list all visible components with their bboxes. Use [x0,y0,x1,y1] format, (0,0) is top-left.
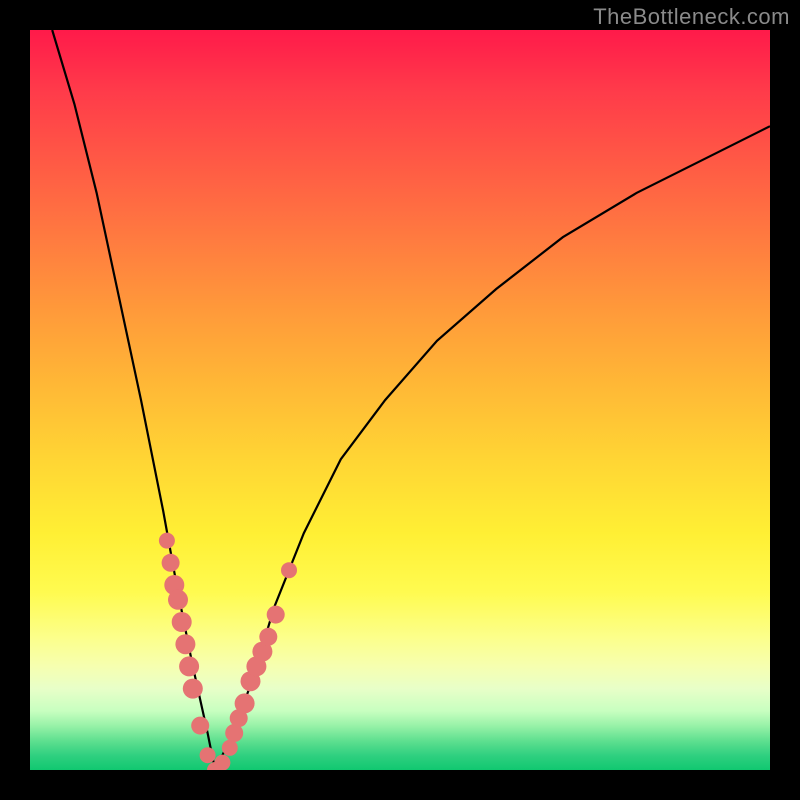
marker-dot [200,747,216,763]
bottleneck-curve [52,30,770,770]
bottleneck-curve-svg [30,30,770,770]
marker-dot [267,606,285,624]
marker-dot [179,656,199,676]
marker-dot [191,717,209,735]
marker-dot [162,554,180,572]
marker-dot [281,562,297,578]
marker-dot [175,634,195,654]
marker-dot [159,533,175,549]
marker-dot [259,628,277,646]
watermark-text: TheBottleneck.com [593,4,790,30]
marker-dot [235,693,255,713]
plot-area [30,30,770,770]
marker-dot [222,740,238,756]
marker-dot [214,755,230,770]
marker-dot [172,612,192,632]
marker-dots-group [159,533,297,770]
marker-dot [183,679,203,699]
marker-dot [168,590,188,610]
